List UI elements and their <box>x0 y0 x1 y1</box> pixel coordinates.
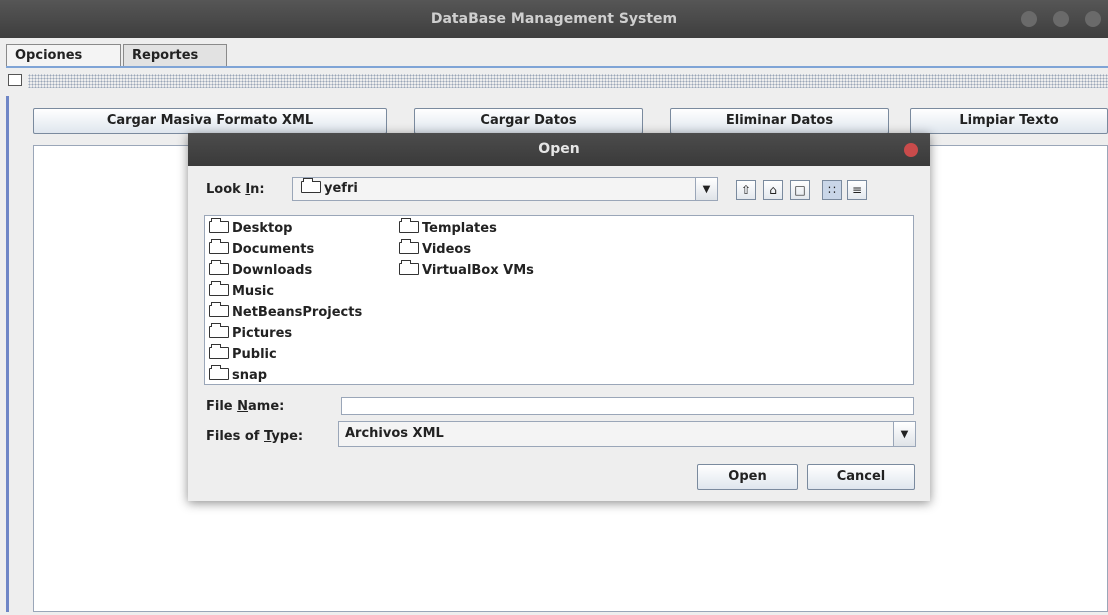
folder-icon <box>399 239 419 254</box>
list-item[interactable]: Downloads <box>209 260 312 281</box>
list-item[interactable]: VirtualBox VMs <box>399 260 534 281</box>
cargar-datos-button[interactable]: Cargar Datos <box>414 108 643 134</box>
list-view-icon[interactable]: ∷ <box>822 180 842 200</box>
folder-icon <box>209 218 229 233</box>
toolbar-drag-handle[interactable] <box>28 74 1108 88</box>
new-folder-icon[interactable]: □ <box>790 180 810 200</box>
list-item[interactable]: Videos <box>399 239 471 260</box>
file-name-field[interactable] <box>341 397 914 415</box>
list-item[interactable]: snap <box>209 365 267 386</box>
details-view-icon[interactable]: ≡ <box>847 180 867 200</box>
look-in-combo[interactable]: yefri ▼ <box>292 177 718 201</box>
folder-icon <box>301 178 321 193</box>
folder-icon <box>399 260 419 275</box>
eliminar-datos-button[interactable]: Eliminar Datos <box>670 108 889 134</box>
toolbar-grip-icon[interactable] <box>8 74 22 86</box>
limpiar-texto-button[interactable]: Limpiar Texto <box>910 108 1108 134</box>
open-file-dialog: Open Look In: yefri ▼ ⇧ ⌂ □ ∷ ≡ Desktop … <box>188 133 930 501</box>
list-item[interactable]: Public <box>209 344 277 365</box>
folder-icon <box>209 323 229 338</box>
chevron-down-icon[interactable]: ▼ <box>893 422 915 446</box>
dialog-close-icon[interactable] <box>904 143 918 157</box>
cargar-masiva-xml-button[interactable]: Cargar Masiva Formato XML <box>33 108 387 134</box>
dialog-titlebar: Open <box>188 133 930 166</box>
folder-icon <box>209 365 229 380</box>
file-name-label: File Name: <box>206 399 285 414</box>
chevron-down-icon[interactable]: ▼ <box>695 178 717 200</box>
list-item[interactable]: Pictures <box>209 323 292 344</box>
folder-icon <box>209 239 229 254</box>
close-window-icon[interactable] <box>1085 11 1101 27</box>
folder-icon <box>399 218 419 233</box>
files-of-type-combo[interactable]: Archivos XML ▼ <box>338 421 916 447</box>
list-item[interactable]: Documents <box>209 239 314 260</box>
toolbar <box>6 70 1108 94</box>
home-icon[interactable]: ⌂ <box>763 180 783 200</box>
folder-icon <box>209 344 229 359</box>
minimize-window-icon[interactable] <box>1021 11 1037 27</box>
window-title: DataBase Management System <box>430 11 678 27</box>
maximize-window-icon[interactable] <box>1053 11 1069 27</box>
panel-left-border <box>6 96 9 612</box>
list-item[interactable]: Music <box>209 281 274 302</box>
folder-icon <box>209 281 229 296</box>
list-item[interactable]: Desktop <box>209 218 292 239</box>
folder-icon <box>209 302 229 317</box>
folder-icon <box>209 260 229 275</box>
open-button[interactable]: Open <box>697 464 798 490</box>
window-titlebar: DataBase Management System <box>0 0 1108 38</box>
dialog-title: Open <box>538 141 580 157</box>
cancel-button[interactable]: Cancel <box>807 464 915 490</box>
look-in-value: yefri <box>301 178 358 199</box>
file-list[interactable]: Desktop Documents Downloads Music NetBea… <box>204 215 914 385</box>
up-one-level-icon[interactable]: ⇧ <box>736 180 756 200</box>
files-of-type-value: Archivos XML <box>345 426 444 441</box>
look-in-label: Look In: <box>206 182 265 197</box>
tab-reportes[interactable]: Reportes <box>123 44 227 66</box>
files-of-type-label: Files of Type: <box>206 429 304 444</box>
list-item[interactable]: Templates <box>399 218 497 239</box>
tab-opciones[interactable]: Opciones <box>6 44 121 68</box>
list-item[interactable]: NetBeansProjects <box>209 302 362 323</box>
